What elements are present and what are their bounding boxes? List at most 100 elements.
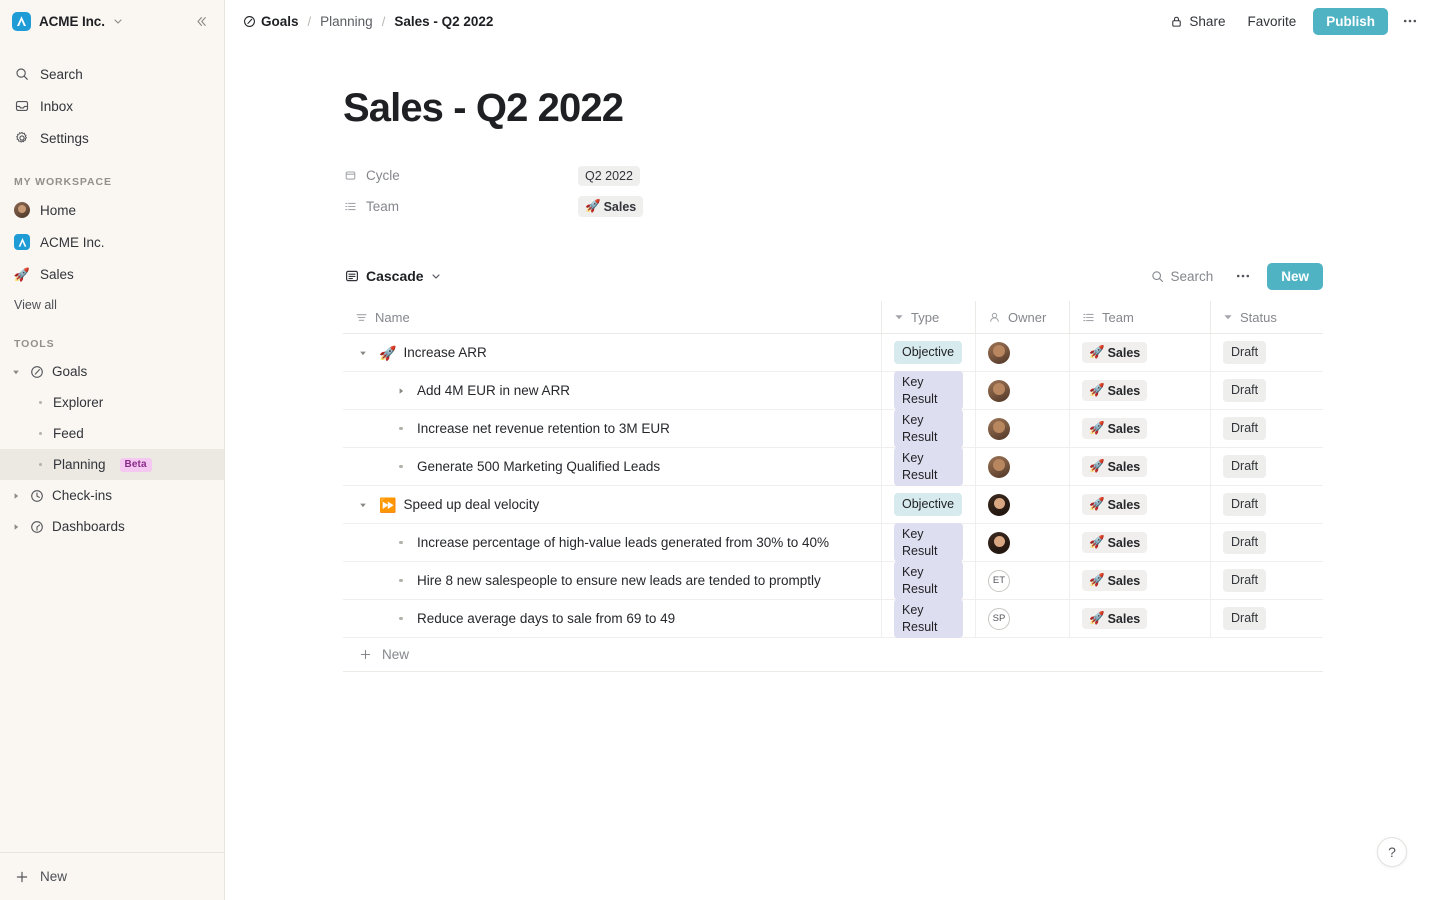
cell-name[interactable]: Increase percentage of high-value leads …: [343, 524, 881, 562]
publish-button[interactable]: Publish: [1313, 7, 1388, 35]
cell-name[interactable]: Generate 500 Marketing Qualified Leads: [343, 448, 881, 486]
cell-name[interactable]: ⏩ Speed up deal velocity: [343, 486, 881, 524]
cell-name[interactable]: 🚀 Increase ARR: [343, 334, 881, 372]
sidebar-item-dashboards[interactable]: Dashboards: [0, 511, 224, 542]
cell-owner[interactable]: [975, 447, 1069, 486]
column-header-status[interactable]: Status: [1210, 300, 1323, 334]
cell-team[interactable]: 🚀 Sales: [1069, 599, 1210, 638]
column-header-type[interactable]: Type: [881, 300, 975, 334]
sidebar-item-check-ins[interactable]: Check-ins: [0, 480, 224, 511]
sidebar-item-explorer[interactable]: Explorer: [0, 387, 224, 418]
cell-status[interactable]: Draft: [1210, 371, 1323, 410]
sidebar-item-settings[interactable]: Settings: [0, 122, 224, 154]
cell-team[interactable]: 🚀 Sales: [1069, 447, 1210, 486]
share-button[interactable]: Share: [1161, 9, 1234, 34]
breadcrumb-item-current[interactable]: Sales - Q2 2022: [394, 14, 493, 29]
cell-name[interactable]: Increase net revenue retention to 3M EUR: [343, 410, 881, 448]
triangle-right-icon[interactable]: [10, 523, 22, 531]
table-new-row-button[interactable]: New: [343, 638, 1323, 672]
sidebar-item-home[interactable]: Home: [0, 194, 224, 226]
cell-team[interactable]: 🚀 Sales: [1069, 485, 1210, 524]
table-row[interactable]: Reduce average days to sale from 69 to 4…: [343, 598, 1323, 639]
breadcrumb-item-planning[interactable]: Planning: [320, 14, 373, 29]
sidebar-item-search[interactable]: Search: [0, 58, 224, 90]
cell-owner[interactable]: [975, 409, 1069, 448]
cell-owner[interactable]: [975, 333, 1069, 372]
table-row[interactable]: ⏩ Speed up deal velocity Objective 🚀 Sales Dr…: [343, 485, 1323, 524]
cell-status[interactable]: Draft: [1210, 561, 1323, 600]
workspace-switcher[interactable]: ACME Inc.: [0, 0, 224, 42]
favorite-button[interactable]: Favorite: [1238, 9, 1305, 34]
sidebar-item-inbox[interactable]: Inbox: [0, 90, 224, 122]
sidebar-view-all[interactable]: View all: [0, 290, 224, 316]
table-row[interactable]: Increase percentage of high-value leads …: [343, 522, 1323, 563]
row-expand-toggle[interactable]: [355, 349, 371, 357]
view-selector[interactable]: Cascade: [343, 264, 447, 288]
table-row[interactable]: Hire 8 new salespeople to ensure new lea…: [343, 560, 1323, 601]
sidebar-item-label: Feed: [53, 426, 84, 441]
row-expand-toggle[interactable]: [355, 501, 371, 509]
cell-type[interactable]: Key Result: [881, 370, 975, 411]
status-badge: Draft: [1223, 417, 1267, 440]
triangle-down-icon[interactable]: [10, 368, 22, 376]
cell-name[interactable]: Hire 8 new salespeople to ensure new lea…: [343, 562, 881, 600]
clock-icon: [29, 488, 45, 504]
cell-owner[interactable]: [975, 371, 1069, 410]
sidebar-new-button[interactable]: New: [0, 852, 224, 900]
view-search-button[interactable]: Search: [1143, 264, 1221, 289]
cell-team[interactable]: 🚀 Sales: [1069, 371, 1210, 410]
breadcrumb-item-goals[interactable]: Goals: [243, 14, 299, 29]
column-header-team[interactable]: Team: [1069, 300, 1210, 334]
cell-status[interactable]: Draft: [1210, 599, 1323, 638]
cell-type[interactable]: Key Result: [881, 598, 975, 639]
team-label: Sales: [1107, 497, 1141, 512]
cell-type[interactable]: Key Result: [881, 408, 975, 449]
property-value-cycle[interactable]: Q2 2022: [578, 165, 640, 186]
cell-team[interactable]: 🚀 Sales: [1069, 523, 1210, 562]
cell-status[interactable]: Draft: [1210, 409, 1323, 448]
view-more-icon[interactable]: [1229, 262, 1257, 290]
sidebar-section-workspace-title: MY WORKSPACE: [14, 176, 112, 188]
sidebar-item-sales[interactable]: 🚀 Sales: [0, 258, 224, 290]
sidebar-item-planning[interactable]: Planning Beta: [0, 449, 224, 480]
cell-type[interactable]: Objective: [881, 333, 975, 372]
property-value-team[interactable]: 🚀 Sales: [578, 196, 644, 217]
row-expand-toggle[interactable]: [393, 387, 409, 395]
team-label: Sales: [1107, 611, 1141, 626]
cell-status[interactable]: Draft: [1210, 523, 1323, 562]
column-header-name[interactable]: Name: [343, 301, 881, 334]
triangle-right-icon[interactable]: [10, 492, 22, 500]
cell-team[interactable]: 🚀 Sales: [1069, 409, 1210, 448]
rocket-emoji-icon: 🚀: [1089, 497, 1105, 511]
help-icon[interactable]: ?: [1377, 837, 1407, 867]
sidebar-item-goals[interactable]: Goals: [0, 356, 224, 387]
sidebar-item-feed[interactable]: Feed: [0, 418, 224, 449]
cell-team[interactable]: 🚀 Sales: [1069, 561, 1210, 600]
cell-team[interactable]: 🚀 Sales: [1069, 333, 1210, 372]
cell-name[interactable]: Add 4M EUR in new ARR: [343, 372, 881, 410]
table-row[interactable]: Add 4M EUR in new ARR Key Result 🚀 Sales Dra…: [343, 370, 1323, 411]
table-row[interactable]: 🚀 Increase ARR Objective 🚀 Sales Draft: [343, 333, 1323, 372]
sidebar-item-acme-inc[interactable]: ACME Inc.: [0, 226, 224, 258]
cell-owner[interactable]: [975, 523, 1069, 562]
table-row[interactable]: Increase net revenue retention to 3M EUR…: [343, 408, 1323, 449]
sidebar-primary-nav: Search Inbox Settings: [0, 58, 224, 154]
cell-type[interactable]: Key Result: [881, 560, 975, 601]
type-badge: Key Result: [894, 560, 963, 601]
new-goal-button[interactable]: New: [1267, 262, 1323, 290]
chevron-down-icon: [431, 271, 441, 281]
ellipsis-icon[interactable]: [1396, 7, 1424, 35]
cell-status[interactable]: Draft: [1210, 485, 1323, 524]
cell-name[interactable]: Reduce average days to sale from 69 to 4…: [343, 600, 881, 638]
collapse-sidebar-icon[interactable]: [191, 11, 212, 32]
table-row[interactable]: Generate 500 Marketing Qualified Leads Ke…: [343, 446, 1323, 487]
cell-type[interactable]: Objective: [881, 485, 975, 524]
cell-status[interactable]: Draft: [1210, 447, 1323, 486]
cell-status[interactable]: Draft: [1210, 333, 1323, 372]
column-header-owner[interactable]: Owner: [975, 300, 1069, 334]
cell-owner[interactable]: [975, 485, 1069, 524]
cell-type[interactable]: Key Result: [881, 522, 975, 563]
cell-type[interactable]: Key Result: [881, 446, 975, 487]
cell-owner[interactable]: SP: [975, 599, 1069, 638]
cell-owner[interactable]: ET: [975, 561, 1069, 600]
